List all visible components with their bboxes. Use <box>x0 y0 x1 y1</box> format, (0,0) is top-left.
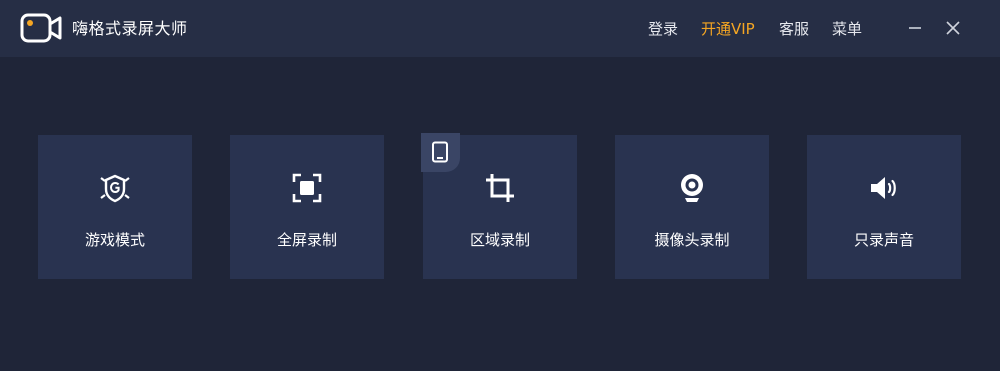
tablet-mode-badge[interactable] <box>421 133 460 172</box>
crop-icon <box>486 174 514 202</box>
app-title: 嗨格式录屏大师 <box>72 19 188 38</box>
mode-label: 全屏录制 <box>276 231 337 249</box>
mode-label: 游戏模式 <box>84 231 145 249</box>
login-link[interactable]: 登录 <box>648 18 678 40</box>
mode-label: 只录声音 <box>853 231 914 249</box>
fullscreen-icon <box>292 173 322 203</box>
minimize-icon[interactable] <box>904 17 926 39</box>
app-window: 嗨格式录屏大师 登录 开通VIP 客服 菜单 游戏模式 全屏录制 区域录制 摄像… <box>0 0 1000 371</box>
game-shield-icon <box>100 174 130 203</box>
open-vip-link[interactable]: 开通VIP <box>701 18 755 40</box>
mode-card-fullscreen[interactable]: 全屏录制 <box>230 135 384 279</box>
tablet-icon <box>432 141 448 163</box>
title-bar: 嗨格式录屏大师 登录 开通VIP 客服 菜单 <box>0 0 1000 57</box>
menu-link[interactable]: 菜单 <box>832 18 862 40</box>
mode-card-camera[interactable]: 摄像头录制 <box>615 135 769 279</box>
mode-card-audio[interactable]: 只录声音 <box>807 135 961 279</box>
customer-service-link[interactable]: 客服 <box>779 18 809 40</box>
webcam-icon <box>681 174 703 202</box>
speaker-icon <box>871 177 896 199</box>
mode-card-game[interactable]: 游戏模式 <box>38 135 192 279</box>
camera-logo-icon <box>20 13 62 43</box>
mode-label: 区域录制 <box>469 231 530 249</box>
close-icon[interactable] <box>942 17 964 39</box>
mode-label: 摄像头录制 <box>654 231 730 249</box>
